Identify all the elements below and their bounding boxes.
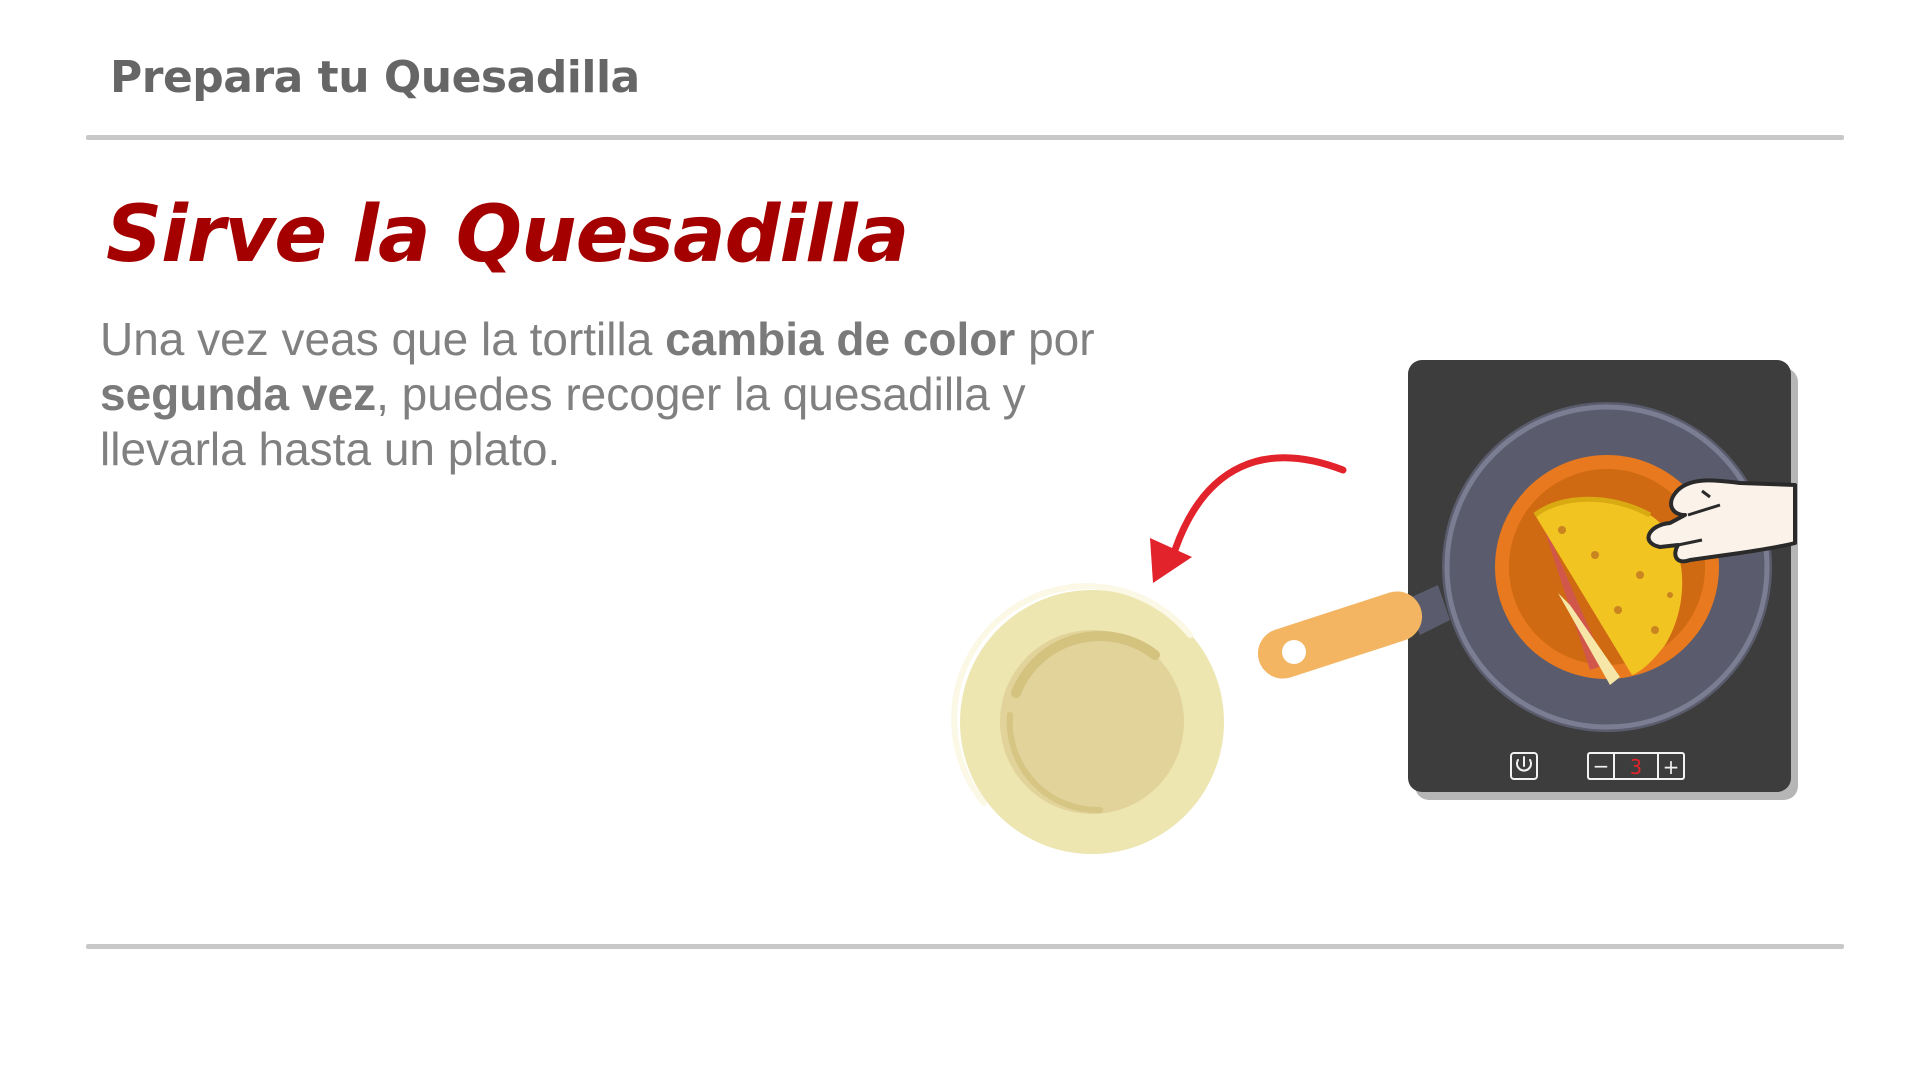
heat-increase-button[interactable]: + (1663, 755, 1680, 779)
slide-title: Sirve la Quesadilla (106, 190, 909, 280)
instruction-text-part1: Una vez veas que la tortilla (100, 313, 666, 365)
header-title: Prepara tu Quesadilla (110, 52, 640, 103)
serving-illustration: − 3 + (951, 360, 1798, 854)
header-divider (86, 135, 1844, 140)
induction-stove: − 3 + (1257, 360, 1798, 800)
heat-decrease-button[interactable]: − (1593, 754, 1610, 778)
stove-controls: − 3 + (1510, 752, 1685, 780)
plate-icon (951, 583, 1224, 854)
instruction-text-bold2: segunda vez (100, 368, 377, 420)
footer-divider (86, 944, 1844, 949)
move-arrow-icon (1150, 454, 1347, 583)
heat-level-display: 3 (1630, 755, 1642, 779)
